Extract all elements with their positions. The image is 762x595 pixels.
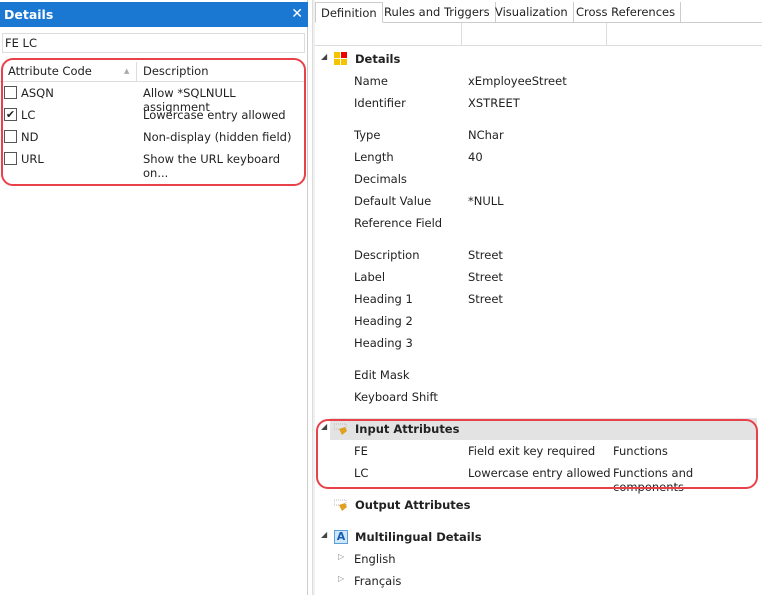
property-value: Street xyxy=(468,292,503,306)
expand-icon[interactable]: ▷ xyxy=(338,574,344,583)
multilingual-icon: A xyxy=(334,530,348,544)
property-label: Heading 1 xyxy=(354,292,413,306)
property-label: Length xyxy=(354,150,394,164)
section-title: Details xyxy=(355,52,401,66)
tab-rules-and-triggers[interactable]: Rules and Triggers xyxy=(379,2,496,23)
property-row[interactable]: Identifier XSTREET xyxy=(315,92,762,114)
panel-title-bar: Details ✕ xyxy=(0,2,308,27)
property-label: Reference Field xyxy=(354,216,443,230)
property-value: XSTREET xyxy=(468,96,520,110)
property-label: Identifier xyxy=(354,96,406,110)
property-row[interactable]: Type NChar xyxy=(315,124,762,146)
property-row[interactable]: Reference Field xyxy=(315,212,762,234)
property-value: NChar xyxy=(468,128,504,142)
property-label: Label xyxy=(354,270,386,284)
property-row[interactable]: Keyboard Shift xyxy=(315,386,762,408)
close-icon[interactable]: ✕ xyxy=(291,2,303,27)
details-icon xyxy=(334,52,347,65)
property-row[interactable]: Length 40 xyxy=(315,146,762,168)
collapse-icon[interactable]: ◢ xyxy=(321,530,327,539)
property-value: xEmployeeStreet xyxy=(468,74,567,88)
expand-icon[interactable]: ▷ xyxy=(338,552,344,561)
property-label: Name xyxy=(354,74,388,88)
tab-visualization[interactable]: Visualization xyxy=(490,2,574,23)
section-title: Multilingual Details xyxy=(355,530,482,544)
property-label: Keyboard Shift xyxy=(354,390,438,404)
collapse-icon[interactable]: ◢ xyxy=(321,52,327,61)
property-value: 40 xyxy=(468,150,483,164)
attributes-tag-icon xyxy=(334,499,347,511)
property-value: Street xyxy=(468,270,503,284)
property-label: Heading 3 xyxy=(354,336,413,350)
property-row[interactable]: Edit Mask xyxy=(315,364,762,386)
property-label: Decimals xyxy=(354,172,407,186)
language-row[interactable]: ▷ Français xyxy=(315,570,762,592)
tab-cross-references[interactable]: Cross References xyxy=(571,2,682,23)
panel-title: Details xyxy=(4,7,54,22)
property-row[interactable]: Description Street xyxy=(315,244,762,266)
property-row[interactable]: Decimals xyxy=(315,168,762,190)
property-row[interactable]: Label Street xyxy=(315,266,762,288)
property-label: Edit Mask xyxy=(354,368,410,382)
section-multilingual-details[interactable]: ◢ A Multilingual Details xyxy=(315,526,762,548)
highlight-annotation xyxy=(316,419,758,489)
language-label: English xyxy=(354,552,396,566)
property-grid-header xyxy=(315,23,762,46)
property-label: Description xyxy=(354,248,420,262)
property-label: Heading 2 xyxy=(354,314,413,328)
details-panel: Details✕ Attribute Code ▲ Description AS… xyxy=(0,0,308,595)
section-output-attributes[interactable]: Output Attributes xyxy=(315,494,762,516)
property-row[interactable]: Default Value *NULL xyxy=(315,190,762,212)
property-row[interactable]: Heading 2 xyxy=(315,310,762,332)
highlight-annotation xyxy=(1,58,306,186)
property-label: Type xyxy=(354,128,381,142)
language-row[interactable]: ▷ English xyxy=(315,548,762,570)
language-label: Français xyxy=(354,574,402,588)
property-row[interactable]: Name xEmployeeStreet xyxy=(315,70,762,92)
section-details[interactable]: ◢ Details xyxy=(315,48,762,70)
attribute-filter-input[interactable] xyxy=(2,33,305,53)
property-row[interactable]: Heading 3 xyxy=(315,332,762,354)
property-value: Street xyxy=(468,248,503,262)
property-label: Default Value xyxy=(354,194,432,208)
tab-definition[interactable]: Definition xyxy=(315,2,383,23)
section-title: Output Attributes xyxy=(355,498,471,512)
tab-bar: Definition Rules and Triggers Visualizat… xyxy=(315,2,762,23)
property-value: *NULL xyxy=(468,194,504,208)
property-row[interactable]: Heading 1 Street xyxy=(315,288,762,310)
